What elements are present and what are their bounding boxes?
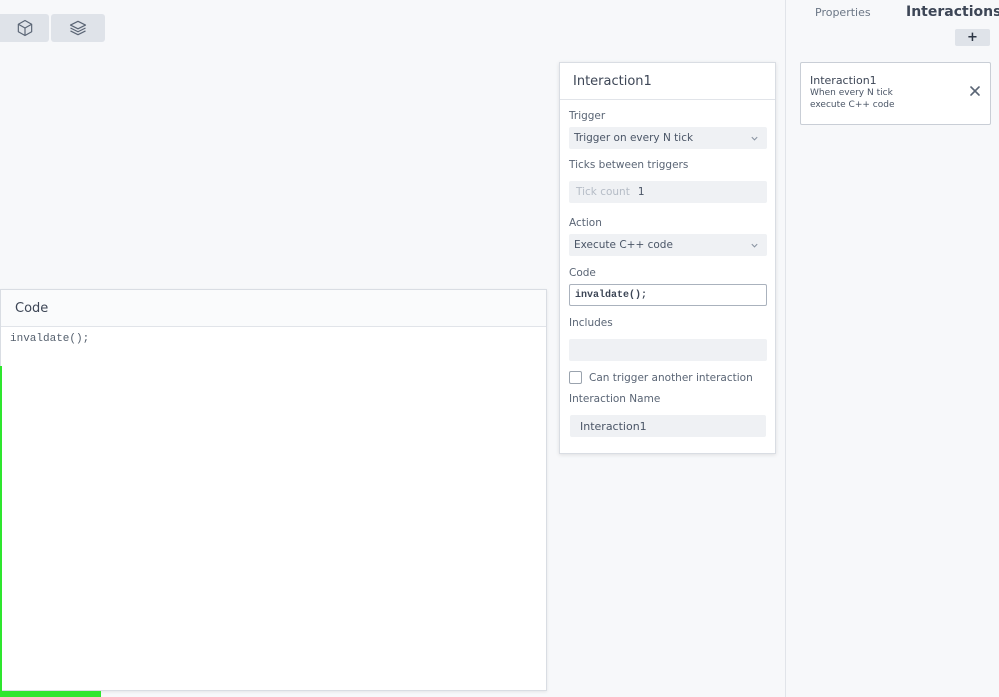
view-toolbar xyxy=(0,14,105,42)
includes-label: Includes xyxy=(569,317,613,329)
interaction-editor-title: Interaction1 xyxy=(573,73,652,89)
tab-properties[interactable]: Properties xyxy=(815,6,871,19)
interaction-name-label: Interaction Name xyxy=(569,393,661,405)
right-sidebar: Properties Interactions + Interaction1 W… xyxy=(785,0,999,697)
trigger-label: Trigger xyxy=(569,110,606,122)
interaction-item-title: Interaction1 xyxy=(810,74,877,87)
cube-icon xyxy=(17,19,32,37)
chevron-down-icon xyxy=(751,243,758,248)
tick-count-input[interactable]: Tick count 1 xyxy=(569,181,767,203)
close-icon[interactable] xyxy=(969,85,981,97)
interaction-name-input[interactable]: Interaction1 xyxy=(570,415,766,437)
tick-count-value: 1 xyxy=(637,186,645,198)
code-panel-title: Code xyxy=(15,300,49,316)
code-panel-header: Code xyxy=(1,290,546,327)
action-select-value: Execute C++ code xyxy=(574,239,673,251)
layers-view-button[interactable] xyxy=(51,14,105,42)
cube-view-button[interactable] xyxy=(0,14,49,42)
chevron-down-icon xyxy=(751,136,758,141)
code-panel: Code invaldate(); xyxy=(0,289,547,691)
action-select[interactable]: Execute C++ code xyxy=(569,234,767,256)
ticks-label: Ticks between triggers xyxy=(569,159,689,171)
interaction-list-item[interactable]: Interaction1 When every N tick execute C… xyxy=(800,62,991,125)
tab-interactions[interactable]: Interactions xyxy=(906,4,999,20)
action-label: Action xyxy=(569,217,602,229)
code-editor[interactable]: invaldate(); xyxy=(1,327,546,351)
add-interaction-button[interactable]: + xyxy=(955,29,990,46)
interaction-editor: Interaction1 Trigger Trigger on every N … xyxy=(559,62,776,454)
tick-count-placeholder: Tick count xyxy=(576,186,630,198)
selection-highlight-left xyxy=(0,366,2,697)
can-trigger-label: Can trigger another interaction xyxy=(589,371,753,384)
can-trigger-row: Can trigger another interaction xyxy=(569,371,766,384)
code-label: Code xyxy=(569,267,596,279)
selection-highlight-bottom xyxy=(0,691,101,697)
sidebar-tabs: Properties Interactions xyxy=(786,0,999,28)
interaction-item-action: execute C++ code xyxy=(810,100,895,110)
can-trigger-checkbox[interactable] xyxy=(569,371,582,384)
interaction-item-trigger: When every N tick xyxy=(810,88,893,98)
includes-input[interactable] xyxy=(569,339,767,361)
trigger-select[interactable]: Trigger on every N tick xyxy=(569,127,767,149)
trigger-select-value: Trigger on every N tick xyxy=(574,132,694,144)
interaction-editor-header: Interaction1 xyxy=(560,63,775,100)
code-input[interactable]: invaldate(); xyxy=(569,284,767,306)
layers-icon xyxy=(69,20,87,36)
